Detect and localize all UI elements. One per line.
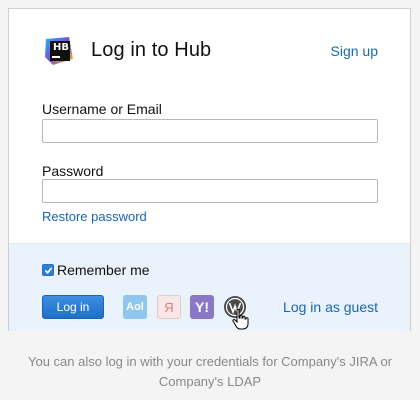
note-line-1: You can also log in with your credential… xyxy=(27,354,393,369)
remember-me-checkbox[interactable]: Remember me xyxy=(42,262,150,278)
log-in-as-guest-link[interactable]: Log in as guest xyxy=(283,299,378,315)
login-footer: Remember me Log in Aol Я Y! Log in as gu… xyxy=(9,243,410,331)
sign-up-link[interactable]: Sign up xyxy=(331,43,378,59)
page-title: Log in to Hub xyxy=(91,39,212,61)
password-label: Password xyxy=(42,163,104,179)
checkbox-checked-icon[interactable] xyxy=(42,264,54,276)
restore-password-link[interactable]: Restore password xyxy=(42,209,147,224)
password-input[interactable] xyxy=(42,179,378,203)
yahoo-login-icon[interactable]: Y! xyxy=(190,295,214,319)
login-header: HB Log in to Hub Sign up xyxy=(9,9,410,89)
ldap-jira-note: You can also log in with your credential… xyxy=(0,352,420,392)
note-line-2: Company's LDAP xyxy=(158,374,262,389)
aol-login-icon[interactable]: Aol xyxy=(123,295,147,319)
hand-pointer-cursor-icon xyxy=(231,308,251,332)
yandex-login-icon[interactable]: Я xyxy=(157,295,181,319)
login-card: HB Log in to Hub Sign up Username or Ema… xyxy=(8,8,411,331)
username-input[interactable] xyxy=(42,119,378,143)
remember-me-label: Remember me xyxy=(57,262,150,278)
log-in-button[interactable]: Log in xyxy=(42,295,104,319)
hub-logo: HB xyxy=(43,35,75,67)
logo-text: HB xyxy=(53,42,69,53)
username-label: Username or Email xyxy=(42,101,162,117)
